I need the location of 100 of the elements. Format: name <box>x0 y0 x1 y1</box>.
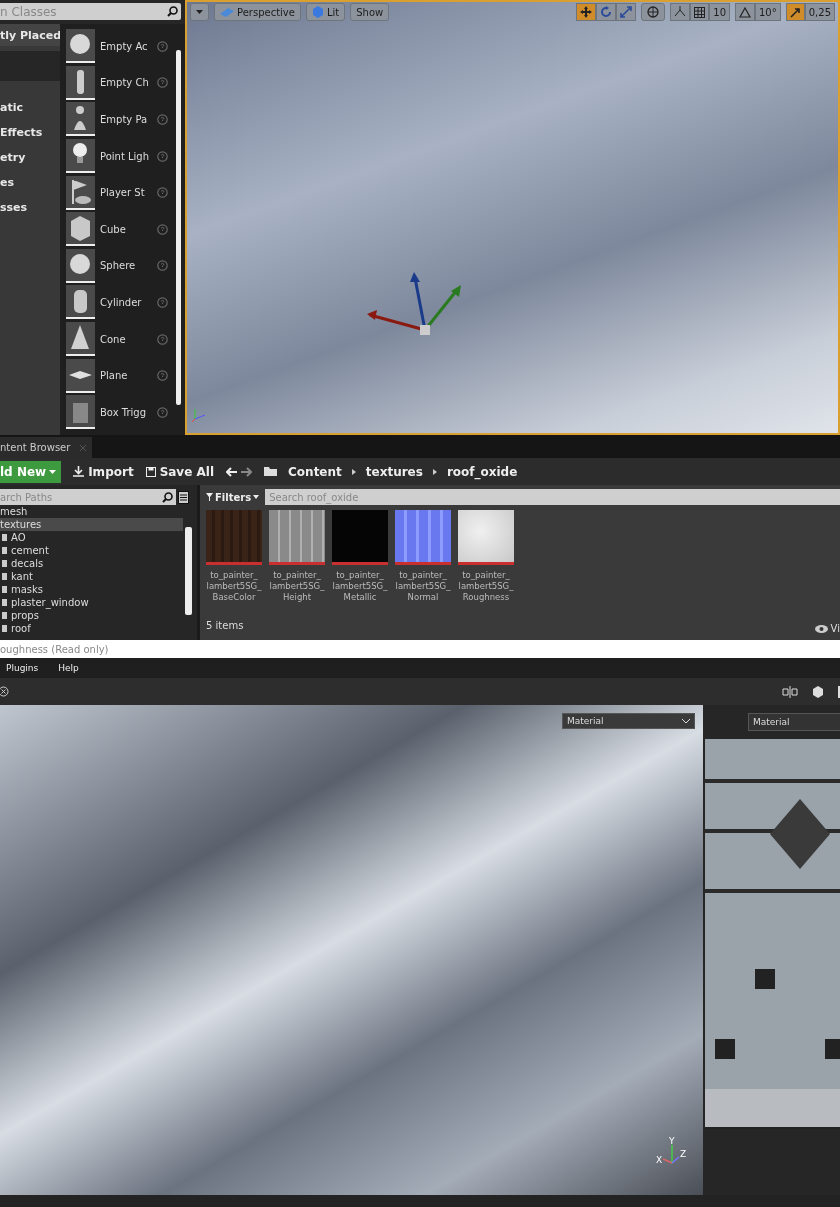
filters-button[interactable]: Filters <box>206 491 260 503</box>
help-icon[interactable] <box>157 187 168 199</box>
actor-label[interactable]: Player St <box>100 187 152 199</box>
view-button[interactable]: Show <box>350 3 390 21</box>
transform-button[interactable] <box>596 3 617 21</box>
actor-label[interactable]: Empty Ac <box>100 40 152 52</box>
transform-button[interactable] <box>616 3 637 21</box>
caret-icon <box>49 469 57 474</box>
folder-item[interactable]: cement <box>0 544 185 557</box>
world-button[interactable] <box>641 3 666 21</box>
options-button[interactable] <box>190 3 209 21</box>
scale-icon <box>620 6 633 18</box>
cone-icon <box>66 322 95 357</box>
help-icon[interactable] <box>157 114 168 125</box>
folder-item[interactable]: kant <box>0 570 185 583</box>
split-view-icon[interactable] <box>782 685 798 698</box>
breadcrumb-link[interactable]: textures <box>365 464 423 479</box>
help-icon[interactable] <box>157 40 168 52</box>
figure-icon <box>66 65 95 100</box>
actor-label[interactable]: Plane <box>100 370 152 382</box>
grid-snap-button[interactable] <box>690 3 710 21</box>
actor-label[interactable]: Box Trigg <box>100 406 152 418</box>
folder-item[interactable]: roof <box>0 622 185 635</box>
rotation-size-button[interactable]: 10° <box>755 3 781 21</box>
category-item[interactable]: es <box>0 172 60 192</box>
texture-thumbnail <box>395 510 451 565</box>
save-all-button[interactable]: Save All <box>145 464 215 479</box>
help-icon[interactable] <box>157 370 168 382</box>
category-item[interactable]: sses <box>0 197 60 217</box>
caret-icon <box>253 495 260 499</box>
viewport-render[interactable]: Material X Y Z <box>0 705 703 1195</box>
view-button[interactable]: Lit <box>305 3 346 21</box>
viewport[interactable]: Perspective Lit Show 10 10° 0,25 <box>185 0 840 435</box>
category-item[interactable]: atic <box>0 97 60 117</box>
actor-label[interactable]: Cone <box>100 333 152 345</box>
breadcrumb-link[interactable]: roof_oxide <box>446 464 518 479</box>
breadcrumb-link[interactable]: Content <box>288 464 342 479</box>
search-icon <box>167 6 178 17</box>
folder-item[interactable]: decals <box>0 557 185 570</box>
list-icon[interactable] <box>178 490 189 504</box>
asset-name: to_painter_lambert5SG_Normal <box>395 570 451 603</box>
asset-name: to_painter_lambert5SG_Height <box>269 570 325 603</box>
plane-icon <box>66 358 95 393</box>
texture-asset[interactable]: to_painter_lambert5SG_BaseColor <box>206 510 262 603</box>
scale-size-button[interactable]: 0,25 <box>804 3 835 21</box>
view-options-button[interactable]: Vi <box>814 623 840 634</box>
folder-item[interactable]: masks <box>0 583 185 596</box>
import-button[interactable]: Import <box>73 464 134 479</box>
texture-asset[interactable]: to_painter_lambert5SG_Height <box>269 510 325 603</box>
folder-item[interactable]: props <box>0 609 185 622</box>
texture-thumbnail <box>458 510 514 565</box>
add-new-button[interactable]: ld New <box>0 460 62 483</box>
texture-asset[interactable]: to_painter_lambert5SG_Normal <box>395 510 451 603</box>
category-item[interactable]: etry <box>0 147 60 167</box>
folder-item[interactable]: mesh <box>0 505 183 518</box>
actor-label[interactable]: Empty Pa <box>100 114 152 125</box>
transform-button[interactable] <box>576 3 597 21</box>
grid-size-button[interactable]: 10 <box>709 3 730 21</box>
plane-icon <box>220 7 234 17</box>
help-icon[interactable] <box>157 223 168 235</box>
surface-snap-button[interactable] <box>670 3 691 21</box>
axis-icon <box>191 407 207 423</box>
material-dropdown[interactable]: Material <box>562 713 695 729</box>
caret-icon <box>682 718 690 724</box>
folder-item[interactable]: AO <box>0 531 185 544</box>
actor-label[interactable]: Cylinder <box>100 296 152 308</box>
chevron-icon <box>351 468 356 475</box>
folder-item[interactable]: plaster_window <box>0 596 185 609</box>
back-arrow-icon[interactable] <box>226 466 238 477</box>
scrollbar[interactable] <box>176 50 181 405</box>
menu-item[interactable]: Help <box>58 663 79 673</box>
category-item[interactable]: tly Placed <box>0 24 60 46</box>
view-button[interactable]: Perspective <box>214 3 301 21</box>
cube-icon[interactable] <box>812 685 824 698</box>
texture-asset[interactable]: to_painter_lambert5SG_Metallic <box>332 510 388 603</box>
folder-item[interactable]: textures <box>0 518 183 531</box>
material-dropdown[interactable]: Material <box>748 713 840 731</box>
help-icon[interactable] <box>157 77 168 89</box>
actor-label[interactable]: Empty Ch <box>100 77 152 89</box>
content-browser-tab[interactable]: ntent Browser <box>0 437 93 458</box>
help-icon[interactable] <box>157 333 168 345</box>
category-item[interactable]: Effects <box>0 122 60 142</box>
help-icon[interactable] <box>157 296 168 308</box>
scale-snap-button[interactable] <box>785 3 805 21</box>
forward-arrow-icon[interactable] <box>241 466 253 477</box>
eye-icon <box>814 624 828 633</box>
actor-label[interactable]: Cube <box>100 223 152 235</box>
rotation-snap-button[interactable] <box>735 3 755 21</box>
help-icon[interactable] <box>157 406 168 418</box>
filter-icon <box>206 493 213 501</box>
help-icon[interactable] <box>157 150 168 162</box>
actor-label[interactable]: Point Ligh <box>100 150 152 162</box>
help-icon[interactable] <box>157 260 168 272</box>
actor-label[interactable]: Sphere <box>100 260 152 272</box>
texture-asset[interactable]: to_painter_lambert5SG_Roughness <box>458 510 514 603</box>
menu-item[interactable]: Plugins <box>6 663 39 673</box>
texture-thumbnail <box>332 510 388 565</box>
cube-icon <box>66 212 95 247</box>
texture-thumbnail <box>269 510 325 565</box>
scrollbar[interactable] <box>185 527 192 615</box>
